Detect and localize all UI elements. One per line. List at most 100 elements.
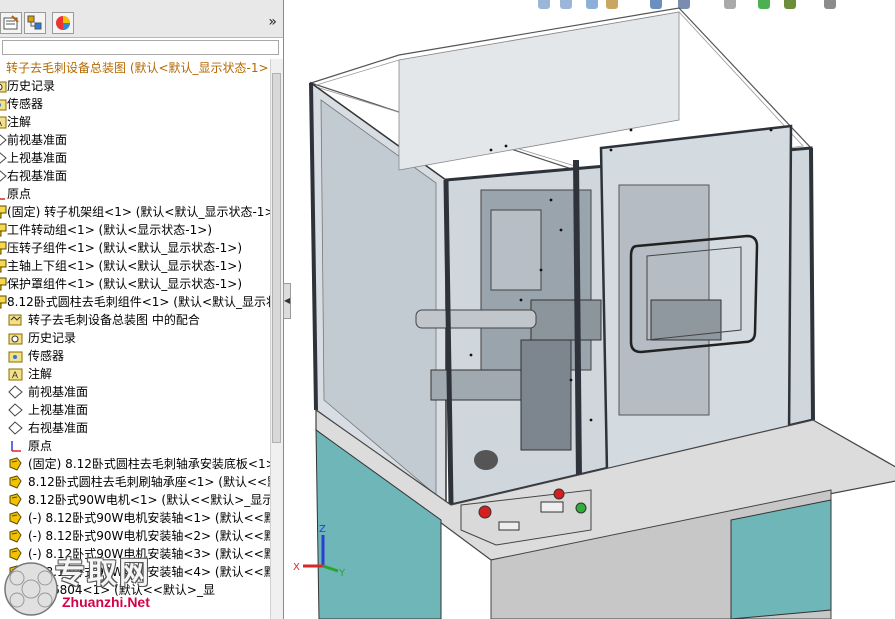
tree-item-label: (固定) 8.12卧式圆柱去毛刺轴承安装底板<1> [28,457,270,471]
panel-toolbar: » [0,0,283,38]
config-manager-tab[interactable] [24,12,46,34]
tree-item-label: (-) 8.12卧式90W电机安装轴<1> (默认<<默认 [28,511,270,525]
tree-item[interactable]: 历史记录 [0,77,270,95]
tree-item-label: 上视基准面 [7,151,68,165]
tree-item-label: 转子去毛刺设备总装图 (默认<默认_显示状态-1> [6,61,269,75]
tree-item[interactable]: 原点 [0,437,270,455]
tree-item-label: (-) 8.12卧式90W电机安装轴<2> (默认<<默认 [28,529,270,543]
tree-item[interactable]: 保护罩组件<1> (默认<默认_显示状态-1>) [0,275,270,293]
tree-item[interactable]: A 注解 [0,113,270,131]
tree-item[interactable]: 压转子组件<1> (默认<默认_显示状态-1>) [0,239,270,257]
watermark-english-text: Zhuanzhi.Net [62,594,150,610]
tree-item[interactable]: 历史记录 [0,329,270,347]
start-button[interactable] [575,502,587,514]
tree-item-label: 主轴上下组<1> (默认<默认_显示状态-1>) [7,259,242,273]
plane-icon [8,421,23,435]
tree-item[interactable]: 上视基准面 [0,149,270,167]
tree-item-label: 8.12卧式圆柱去毛刺组件<1> (默认<默认_显示状 [7,295,270,309]
svg-text:A: A [0,118,2,128]
subassembly-icon [0,205,7,219]
tree-item-label: 前视基准面 [28,385,89,399]
tree-root-assembly[interactable]: 转子去毛刺设备总装图 (默认<默认_显示状态-1> [0,59,270,77]
tree-item[interactable]: 转子去毛刺设备总装图 中的配合 [0,311,270,329]
subassembly-icon [0,223,7,237]
tree-item-label: 传感器 [7,97,44,111]
tree-item[interactable]: 8.12卧式圆柱去毛刺组件<1> (默认<默认_显示状 [0,293,270,311]
tree-item-label: 转子去毛刺设备总装图 中的配合 [28,313,200,327]
subassembly-icon [0,277,7,291]
tree-item[interactable]: 原点 [0,185,270,203]
sensor-folder-icon [0,97,7,111]
tree-item[interactable]: (固定) 转子机架组<1> (默认<默认_显示状态-1> [0,203,270,221]
tree-item-label: (固定) 转子机架组<1> (默认<默认_显示状态-1> [7,205,270,219]
config-manager-icon [27,15,42,30]
plane-icon [8,403,23,417]
tree-item-label: 8.12卧式圆柱去毛刺刷轴承座<1> (默认<<默 [28,475,270,489]
part-icon [8,475,23,489]
tree-item-label: 原点 [7,187,32,201]
origin-icon [0,187,7,201]
tree-item-label: 历史记录 [28,331,77,345]
graphics-viewport[interactable]: Z X Y [291,0,895,619]
subassembly-icon [0,241,7,255]
tree-item[interactable]: 传感器 [0,347,270,365]
tree-item[interactable]: 前视基准面 [0,383,270,401]
site-watermark: 专取网 Zhuanzhi.Net [0,548,200,619]
display-manager-tab[interactable] [52,12,74,34]
property-manager-tab[interactable] [0,12,22,34]
tree-item[interactable]: 传感器 [0,95,270,113]
expand-panel-button[interactable]: » [268,14,277,30]
mates-icon [8,313,23,327]
tree-item[interactable]: (-) 8.12卧式90W电机安装轴<1> (默认<<默认 [0,509,270,527]
tree-item[interactable]: 前视基准面 [0,131,270,149]
watermark-logo-icon [4,562,58,616]
tree-scrollbar[interactable] [270,59,283,619]
part-icon [8,511,23,525]
triad-y-label: Y [338,568,346,579]
part-icon [8,493,23,507]
tree-item-label: 保护罩组件<1> (默认<默认_显示状态-1>) [7,277,242,291]
panel-collapse-handle[interactable]: ◀ [283,283,291,319]
tree-item[interactable]: 主轴上下组<1> (默认<默认_显示状态-1>) [0,257,270,275]
svg-text:A: A [12,370,18,380]
tree-item-label: 8.12卧式90W电机<1> (默认<<默认>_显示状 [28,493,270,507]
history-folder-icon [8,331,23,345]
plane-icon [0,151,7,165]
triad-x-label: X [293,562,300,573]
property-manager-icon [3,15,19,30]
emergency-stop-button[interactable] [478,505,492,519]
tree-item-label: 历史记录 [7,79,56,93]
annotation-folder-icon: A [8,367,23,381]
machine-model: Z X Y [293,7,895,619]
tree-item-label: 上视基准面 [28,403,89,417]
tree-item[interactable]: 右视基准面 [0,419,270,437]
origin-icon [8,439,23,453]
tree-item[interactable]: 工件转动组<1> (默认<显示状态-1>) [0,221,270,239]
display-manager-icon [56,16,70,30]
tree-item[interactable]: 上视基准面 [0,401,270,419]
plane-icon [0,169,7,183]
tree-item[interactable]: 8.12卧式90W电机<1> (默认<<默认>_显示状 [0,491,270,509]
part-icon [8,457,23,471]
tree-filter-input[interactable] [2,40,279,55]
tree-item[interactable]: A 注解 [0,365,270,383]
tree-item-label: 工件转动组<1> (默认<显示状态-1>) [7,223,212,237]
tree-item-label: 前视基准面 [7,133,68,147]
tree-item[interactable]: 8.12卧式圆柱去毛刺刷轴承座<1> (默认<<默 [0,473,270,491]
sensor-folder-icon [8,349,23,363]
stop-button[interactable] [553,488,565,500]
watermark-chinese-text: 专取网 [55,556,151,591]
history-folder-icon [0,79,7,93]
annotation-folder-icon: A [0,115,7,129]
tree-item[interactable]: (固定) 8.12卧式圆柱去毛刺轴承安装底板<1> [0,455,270,473]
subassembly-icon [0,259,7,273]
plane-icon [8,385,23,399]
motor-shaft [415,309,537,329]
part-icon [8,529,23,543]
tree-item[interactable]: (-) 8.12卧式90W电机安装轴<2> (默认<<默认 [0,527,270,545]
tree-item[interactable]: 右视基准面 [0,167,270,185]
tree-item-label: 右视基准面 [28,421,89,435]
feature-manager-panel: » 转子去毛刺设备总装图 (默认<默认_显示状态-1>历史记录传感器A注解前视基… [0,0,284,619]
tree-scrollbar-thumb[interactable] [272,73,281,443]
tree-item-label: 注解 [28,367,53,381]
